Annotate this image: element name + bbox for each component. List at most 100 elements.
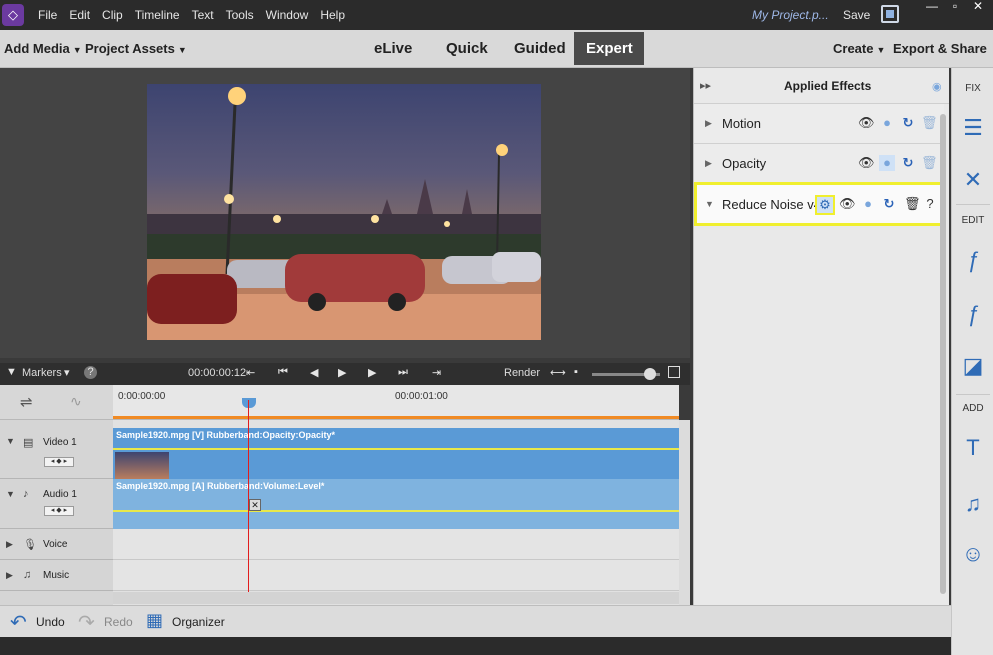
- audio-waveform-icon[interactable]: ∿: [70, 393, 82, 410]
- menu-tools[interactable]: Tools: [226, 8, 254, 22]
- voice-track[interactable]: [113, 529, 679, 560]
- collapse-panel-icon[interactable]: ▸▸: [700, 79, 711, 92]
- project-assets-button[interactable]: Project Assets ▼: [85, 41, 187, 56]
- maximize-icon[interactable]: ▫: [945, 0, 965, 14]
- step-forward-icon[interactable]: ▶: [368, 366, 376, 379]
- titles-text-icon[interactable]: T: [959, 434, 987, 462]
- effect-row-motion[interactable]: ▶ Motion 👁 ● ↻ 🗑: [694, 104, 944, 144]
- export-share-button[interactable]: Export & Share: [893, 41, 987, 56]
- menu-window[interactable]: Window: [266, 8, 309, 22]
- eye-icon[interactable]: 👁: [858, 155, 875, 171]
- expand-track-icon[interactable]: ▼: [6, 489, 15, 499]
- organizer-icon[interactable]: ▦: [146, 610, 163, 631]
- fullscreen-icon[interactable]: [881, 5, 899, 23]
- expand-arrow-icon[interactable]: ▶: [705, 158, 712, 169]
- video-clip[interactable]: Sample1920.mpg [V] Rubberband:Opacity:Op…: [113, 428, 679, 479]
- unlink-icon[interactable]: ✕: [249, 499, 261, 511]
- tab-elive[interactable]: eLive: [362, 32, 424, 65]
- play-icon[interactable]: ▶: [338, 366, 346, 379]
- reset-icon[interactable]: ↻: [881, 196, 897, 212]
- go-to-previous-edit-icon[interactable]: ⇤: [246, 366, 255, 379]
- go-to-end-icon[interactable]: ⏭: [398, 366, 408, 379]
- fit-timeline-icon[interactable]: ⟷: [550, 366, 566, 379]
- expand-track-icon[interactable]: ▶: [6, 570, 13, 581]
- keyframe-nav-icon[interactable]: ◂ ◆ ▸: [44, 457, 74, 467]
- undo-button[interactable]: Undo: [36, 615, 65, 629]
- tab-expert[interactable]: Expert: [574, 32, 644, 65]
- trash-icon[interactable]: 🗑: [921, 115, 938, 131]
- track-header-voice[interactable]: ▶ 🎙 Voice: [0, 529, 113, 560]
- graphics-smiley-icon[interactable]: ☺: [959, 540, 987, 568]
- menu-edit[interactable]: Edit: [69, 8, 90, 22]
- app-logo-icon[interactable]: ◇: [2, 4, 24, 26]
- menu-help[interactable]: Help: [320, 8, 345, 22]
- markers-label[interactable]: Markers: [22, 367, 62, 379]
- expand-arrow-icon[interactable]: ▶: [705, 118, 712, 129]
- track-header-audio-1[interactable]: ▼ ♪ Audio 1 ◂ ◆ ▸: [0, 479, 113, 529]
- water-drop-icon[interactable]: ●: [879, 155, 895, 171]
- track-header-music[interactable]: ▶ ♫ Music: [0, 560, 113, 591]
- audio-clip[interactable]: Sample1920.mpg [A] Rubberband:Volume:Lev…: [113, 479, 679, 529]
- help-icon[interactable]: ?: [922, 196, 938, 212]
- tab-quick[interactable]: Quick: [434, 32, 500, 65]
- trash-icon[interactable]: 🗑: [904, 196, 921, 212]
- playhead-line[interactable]: [248, 400, 249, 592]
- opacity-rubberband[interactable]: [113, 448, 679, 450]
- undo-icon[interactable]: ↶: [10, 610, 27, 635]
- music-note-icon[interactable]: ♫: [959, 490, 987, 518]
- create-button[interactable]: Create ▼: [833, 41, 885, 56]
- tools-icon[interactable]: ✕: [959, 166, 987, 194]
- menu-clip[interactable]: Clip: [102, 8, 123, 22]
- go-to-next-edit-icon[interactable]: ⇥: [432, 366, 441, 379]
- timeline-ruler[interactable]: 0:00:00:00 00:00:01:00: [113, 385, 679, 420]
- go-to-start-icon[interactable]: ⏮: [278, 366, 288, 379]
- add-media-button[interactable]: Add Media ▼: [4, 41, 82, 56]
- organizer-button[interactable]: Organizer: [172, 615, 225, 629]
- minimize-icon[interactable]: —: [922, 0, 942, 14]
- track-options-icon[interactable]: ⇌: [20, 393, 33, 411]
- keyframe-nav-icon[interactable]: ◂ ◆ ▸: [44, 506, 74, 516]
- render-button[interactable]: Render: [504, 367, 540, 379]
- water-drop-icon[interactable]: ●: [879, 115, 895, 131]
- timeline-vertical-scrollbar[interactable]: [679, 420, 690, 605]
- redo-icon[interactable]: ↷: [78, 610, 95, 635]
- water-drop-icon[interactable]: ◉: [932, 80, 942, 93]
- menu-text[interactable]: Text: [192, 8, 214, 22]
- transitions-icon[interactable]: ◪: [959, 352, 987, 380]
- effect-settings-gear-icon[interactable]: ⚙: [815, 195, 835, 215]
- effects-icon[interactable]: ƒ: [959, 300, 987, 328]
- expand-track-icon[interactable]: ▶: [6, 539, 13, 550]
- water-drop-icon[interactable]: ●: [860, 196, 876, 212]
- expand-track-icon[interactable]: ▼: [6, 436, 15, 446]
- eye-icon[interactable]: 👁: [858, 115, 875, 131]
- tab-guided[interactable]: Guided: [502, 32, 578, 65]
- timeline-horizontal-scrollbar[interactable]: [113, 592, 679, 604]
- trash-icon[interactable]: 🗑: [921, 155, 938, 171]
- menu-timeline[interactable]: Timeline: [135, 8, 180, 22]
- reset-icon[interactable]: ↻: [900, 115, 916, 131]
- track-header-video-1[interactable]: ▼ ▤ Video 1 ◂ ◆ ▸: [0, 420, 113, 479]
- caret-down-icon[interactable]: ▾: [64, 366, 70, 379]
- effect-row-opacity[interactable]: ▶ Opacity 👁 ● ↻ 🗑: [694, 144, 944, 184]
- zoom-in-icon[interactable]: [668, 366, 680, 378]
- help-icon[interactable]: ?: [84, 366, 97, 379]
- effects-scrollbar[interactable]: [940, 114, 946, 594]
- menu-file[interactable]: File: [38, 8, 57, 22]
- step-back-icon[interactable]: ◀: [310, 366, 318, 379]
- timeline-tracks[interactable]: Sample1920.mpg [V] Rubberband:Opacity:Op…: [113, 420, 679, 605]
- redo-button[interactable]: Redo: [104, 615, 133, 629]
- zoom-out-icon[interactable]: ▪: [574, 366, 578, 378]
- close-icon[interactable]: ✕: [968, 0, 988, 14]
- zoom-slider-handle[interactable]: [644, 368, 656, 380]
- eye-icon[interactable]: 👁: [839, 196, 856, 212]
- applied-effects-icon[interactable]: ƒ: [959, 246, 987, 274]
- adjust-sliders-icon[interactable]: ☰: [959, 114, 987, 142]
- effect-row-reduce-noise[interactable]: ▼ Reduce Noise v4 ⚙ 👁 ● ↻ 🗑 ?: [694, 182, 944, 226]
- video-preview[interactable]: [147, 84, 541, 340]
- save-button[interactable]: Save: [843, 8, 870, 22]
- markers-dropdown-icon[interactable]: ▼: [6, 366, 17, 378]
- collapse-arrow-icon[interactable]: ▼: [705, 199, 714, 209]
- volume-rubberband[interactable]: [113, 510, 679, 512]
- reset-icon[interactable]: ↻: [900, 155, 916, 171]
- music-track[interactable]: [113, 560, 679, 591]
